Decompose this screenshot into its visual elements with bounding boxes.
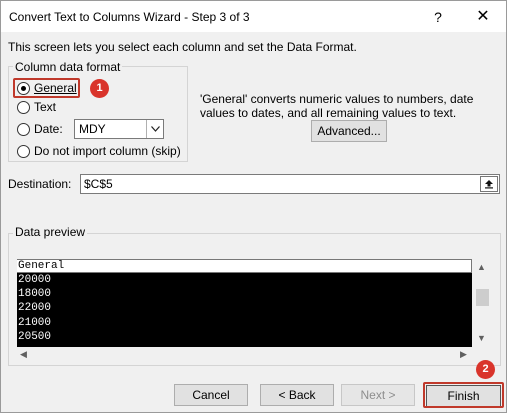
step-badge-2: 2 xyxy=(476,360,495,379)
radio-text-label: Text xyxy=(34,100,57,114)
cancel-button[interactable]: Cancel xyxy=(174,384,248,406)
column-format-legend: Column data format xyxy=(13,60,123,74)
radio-date[interactable]: Date: xyxy=(17,121,63,137)
radio-button[interactable] xyxy=(17,144,30,158)
preview-column-header[interactable]: General xyxy=(17,259,472,273)
radio-button[interactable] xyxy=(17,122,30,136)
close-icon[interactable]: ✕ xyxy=(469,5,497,29)
scroll-right-icon[interactable]: ▶ xyxy=(460,349,467,360)
radio-date-label: Date: xyxy=(34,122,63,136)
preview-row: 22000 xyxy=(18,302,52,315)
destination-field[interactable]: $C$5 xyxy=(80,174,500,194)
dialog-window: Convert Text to Columns Wizard - Step 3 … xyxy=(0,0,507,413)
date-format-value: MDY xyxy=(79,122,106,136)
finish-highlight-box xyxy=(423,382,504,408)
radio-button[interactable] xyxy=(17,100,30,114)
help-icon[interactable]: ? xyxy=(425,6,451,28)
scroll-up-icon[interactable]: ▲ xyxy=(477,262,486,272)
preview-selected-column[interactable]: 20000 18000 22000 21000 20500 xyxy=(17,273,472,347)
next-button[interactable]: Next > xyxy=(341,384,415,406)
format-description: 'General' converts numeric values to num… xyxy=(200,92,474,120)
intro-text: This screen lets you select each column … xyxy=(8,40,357,54)
preview-row: 21000 xyxy=(18,316,52,329)
destination-label: Destination: xyxy=(8,177,72,191)
data-preview-legend: Data preview xyxy=(13,225,88,239)
preview-row: 20500 xyxy=(18,330,52,343)
window-title: Convert Text to Columns Wizard - Step 3 … xyxy=(9,10,250,24)
date-format-select[interactable]: MDY xyxy=(74,119,164,139)
scroll-thumb[interactable] xyxy=(476,289,489,306)
vertical-scrollbar[interactable]: ▲ ▼ xyxy=(474,259,491,347)
scroll-left-icon[interactable]: ◀ xyxy=(20,349,27,360)
data-preview-grid[interactable]: General 20000 18000 22000 21000 20500 xyxy=(17,259,472,347)
title-bar: Convert Text to Columns Wizard - Step 3 … xyxy=(1,1,506,32)
collapse-dialog-icon[interactable] xyxy=(480,176,498,192)
back-button[interactable]: < Back xyxy=(260,384,334,406)
preview-row: 20000 xyxy=(18,274,52,286)
step-badge-1: 1 xyxy=(90,79,109,98)
radio-skip-label: Do not import column (skip) xyxy=(34,144,181,158)
chevron-down-icon[interactable] xyxy=(146,120,163,138)
radio-text[interactable]: Text xyxy=(17,99,56,115)
general-highlight-box xyxy=(13,78,80,98)
scroll-down-icon[interactable]: ▼ xyxy=(477,333,486,343)
advanced-button[interactable]: Advanced... xyxy=(311,120,387,142)
radio-skip[interactable]: Do not import column (skip) xyxy=(17,143,181,159)
destination-value: $C$5 xyxy=(84,177,113,191)
preview-row: 18000 xyxy=(18,288,52,301)
horizontal-scrollbar[interactable]: ◀ ▶ xyxy=(17,347,472,364)
